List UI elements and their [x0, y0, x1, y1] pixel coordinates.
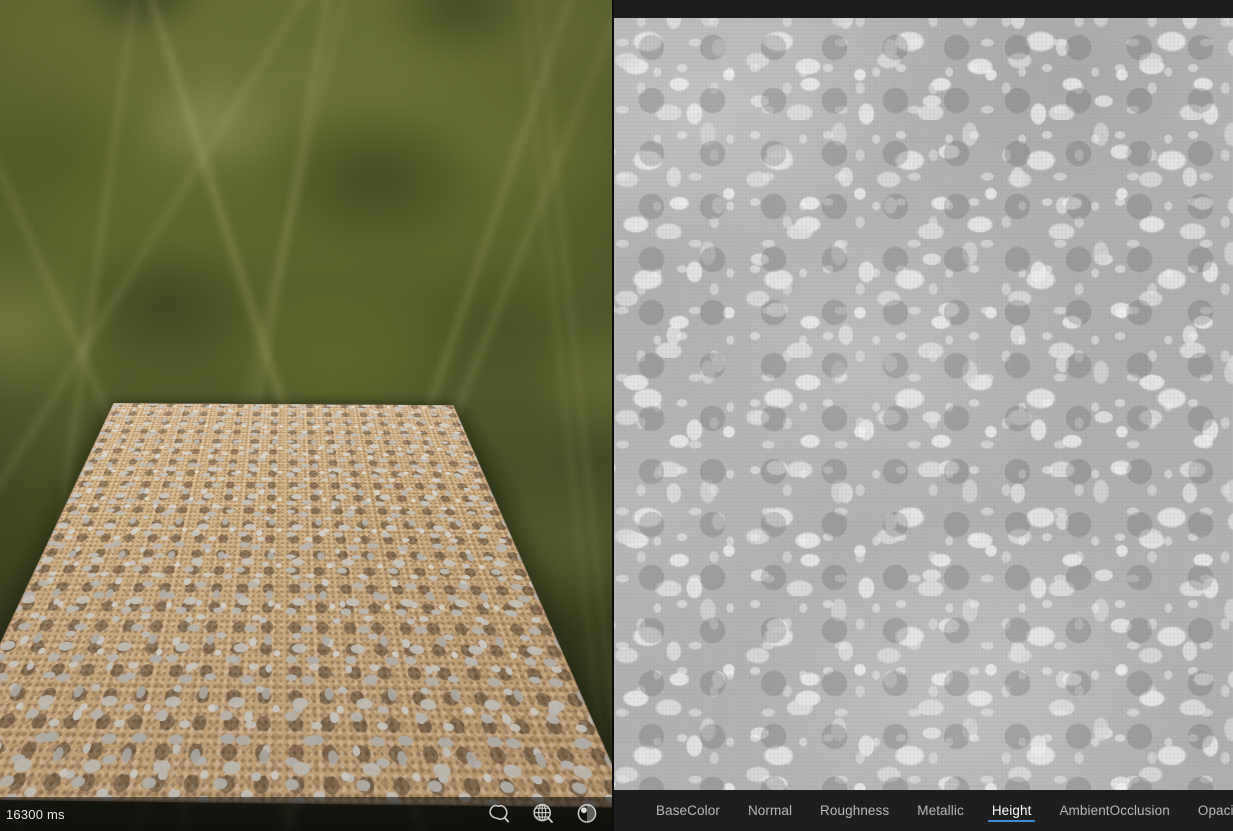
- sphere-wireframe-preview-icon[interactable]: [530, 801, 556, 827]
- texture-panel-topbar: [614, 0, 1233, 18]
- channel-tab-bar: BaseColor Normal Roughness Metallic Heig…: [614, 790, 1233, 831]
- tab-opacity[interactable]: Opacity: [1184, 790, 1233, 831]
- tab-ambientocclusion[interactable]: AmbientOcclusion: [1045, 790, 1183, 831]
- render-time-label: 16300 ms: [6, 806, 65, 822]
- rock-shape-preview-icon[interactable]: [486, 801, 512, 827]
- viewport-3d[interactable]: 16300 ms: [0, 0, 612, 831]
- tab-label: Height: [991, 803, 1032, 818]
- tab-label: AmbientOcclusion: [1059, 803, 1170, 818]
- plane-edge: [0, 403, 612, 808]
- viewport-status-bar: 16300 ms: [0, 797, 612, 831]
- mesh-container: [0, 0, 612, 831]
- app-root: 16300 ms BaseColor Normal Roughness Meta…: [0, 0, 1233, 831]
- tab-roughness[interactable]: Roughness: [806, 790, 903, 831]
- tab-label: Normal: [747, 803, 793, 818]
- material-preview-plane[interactable]: [0, 403, 612, 808]
- tab-normal[interactable]: Normal: [734, 790, 806, 831]
- sphere-shaded-preview-icon[interactable]: [574, 801, 600, 827]
- texture-panel: BaseColor Normal Roughness Metallic Heig…: [614, 0, 1233, 831]
- tab-label: Opacity: [1197, 803, 1233, 818]
- tab-height[interactable]: Height: [978, 790, 1046, 831]
- tab-basecolor[interactable]: BaseColor: [642, 790, 734, 831]
- tab-metallic[interactable]: Metallic: [903, 790, 978, 831]
- tab-label: BaseColor: [656, 803, 720, 818]
- tab-label: Roughness: [820, 803, 890, 818]
- viewport-tool-group: [486, 801, 600, 827]
- tab-label: Metallic: [917, 803, 964, 818]
- heightmap-speck-layer: [614, 18, 1233, 790]
- height-map-preview[interactable]: [614, 18, 1233, 790]
